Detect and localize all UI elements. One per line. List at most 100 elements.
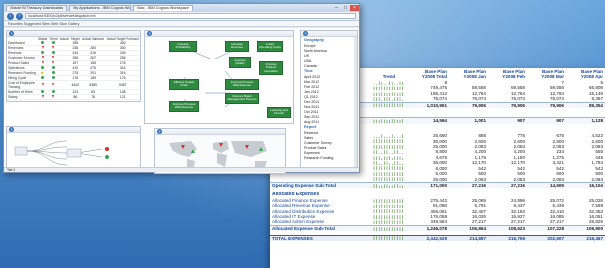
trend-indicator-icon xyxy=(51,41,55,45)
strategy-node[interactable]: Improve Brand Management Process xyxy=(225,93,259,104)
sparkline-icon xyxy=(373,183,403,188)
report-filter-item[interactable]: Research Funding xyxy=(301,155,357,160)
help-icon[interactable]: ? xyxy=(9,127,14,132)
status-indicator-icon xyxy=(41,76,45,80)
value-cell: 216,467 xyxy=(566,234,605,242)
strategy-node[interactable]: Lower Operating Costs xyxy=(257,41,283,52)
column-header[interactable]: Base Plan Y2008 Feb xyxy=(488,68,527,80)
trend-cell xyxy=(368,101,410,109)
metric-value: 5389 xyxy=(80,80,106,91)
trend-indicator-icon xyxy=(52,61,55,65)
scorecard-column-header: Actual Variance xyxy=(82,37,105,41)
row-label: TOTAL EXPENSES xyxy=(270,234,368,242)
scorecard-row[interactable]: Cost of Employee Training 4442 5389 5487 xyxy=(7,80,140,91)
sparkline-icon xyxy=(373,161,403,166)
value-cell: 214,887 xyxy=(449,234,488,242)
trend-cell xyxy=(368,96,410,102)
status-indicator-icon xyxy=(41,51,45,55)
trend-cell xyxy=(368,219,410,225)
metric-name: Research Funding xyxy=(7,70,37,77)
sparkline-icon xyxy=(373,198,403,203)
sparkline-icon xyxy=(373,204,403,208)
sparkline-icon xyxy=(373,97,403,101)
column-header[interactable]: Base Plan Y2008 Jan xyxy=(449,68,488,80)
dashboard-workspace: ? Status Trend Actual Target Actual Vari… xyxy=(4,28,359,174)
scorecard-row[interactable]: Product Sales 157 155 178 xyxy=(7,60,140,67)
trend-indicator-icon xyxy=(52,46,55,50)
forward-arrow-icon[interactable]: › xyxy=(16,12,23,20)
strategy-node[interactable]: Increase Profitability xyxy=(169,41,197,52)
sheet-row: Allocated Admin Expense 345,584 27,217 27,2… xyxy=(270,219,605,225)
sparkline-icon xyxy=(373,214,403,219)
trend-cell xyxy=(368,203,410,208)
column-header[interactable]: Base Plan Y2008 Mar xyxy=(527,68,566,80)
filter-scrollbar[interactable] xyxy=(354,37,357,171)
url-input[interactable]: localhost:9300/p2pd/servlet/dispatch/ext xyxy=(25,13,356,19)
browser-tab[interactable]: Oracle BI Treasury Dashboards xyxy=(6,5,68,11)
scorecard-row[interactable]: Number of Hires 123 83 138 xyxy=(7,89,140,96)
browser-tab[interactable]: My Applications - IBM Cognos Workspace xyxy=(69,5,132,11)
flow-diagram-pane: ? xyxy=(6,126,141,170)
help-icon[interactable]: ? xyxy=(9,31,14,36)
strategy-node[interactable]: Improve Process Effectiveness xyxy=(225,79,259,90)
help-icon[interactable]: ? xyxy=(147,31,152,36)
column-header[interactable]: Base Plan Y2008 Apr xyxy=(566,68,605,80)
trend-cell xyxy=(368,160,410,166)
favorites-bar: Favorites Suggested Sites Web Slice Gall… xyxy=(4,21,359,27)
filter-panel: ? Geography Europe North America UK USA Cana… xyxy=(300,30,358,172)
metric-name: Salary xyxy=(7,94,37,101)
strategy-node[interactable]: Increase Revenue xyxy=(225,41,249,52)
trend-indicator-icon xyxy=(51,90,55,94)
status-indicator-icon xyxy=(41,61,44,65)
close-icon[interactable]: × xyxy=(350,5,359,11)
sparkline-icon xyxy=(373,145,403,149)
sparkline-icon xyxy=(373,209,403,214)
strategy-node[interactable]: Improve Quality xyxy=(229,57,251,68)
back-arrow-icon[interactable]: ‹ xyxy=(7,12,14,20)
sparkline-icon xyxy=(373,166,403,171)
minimize-icon[interactable]: – xyxy=(332,5,341,11)
strategy-node[interactable]: Improve Product Innovation xyxy=(259,61,283,76)
trend-header: Trend xyxy=(382,74,396,79)
sparkline-icon xyxy=(373,103,403,108)
browser-tab-active[interactable]: Bloc - IBM Cognos Workspace xyxy=(133,5,193,11)
sparkline-icon xyxy=(373,119,403,124)
strategy-node[interactable]: Learning and Growth xyxy=(267,107,291,118)
browser-titlebar: Oracle BI Treasury Dashboards My Applica… xyxy=(4,4,359,12)
sparkline-icon xyxy=(373,220,403,225)
scorecard-row[interactable]: Customer Service 256 267 256 xyxy=(7,55,140,62)
status-indicator-icon xyxy=(41,83,44,87)
sparkline-icon xyxy=(373,172,403,176)
metric-name: Cost of Employee Training xyxy=(7,80,37,91)
status-cell xyxy=(37,80,49,91)
sparkline-icon xyxy=(373,177,403,182)
value-cell: 202,607 xyxy=(527,234,566,242)
maximize-icon[interactable]: □ xyxy=(341,5,350,11)
help-icon[interactable]: ? xyxy=(303,31,308,36)
scorecard-row[interactable]: Research Funding 275 291 316 xyxy=(7,70,140,77)
column-header[interactable]: Base Plan Y2008 Total xyxy=(410,68,449,80)
trend-indicator-icon xyxy=(51,66,55,70)
status-indicator-icon xyxy=(41,95,44,99)
sparkline-icon xyxy=(373,134,403,139)
help-icon[interactable]: ? xyxy=(157,129,162,134)
trend-indicator-icon xyxy=(52,83,55,87)
trend-cell xyxy=(368,234,410,242)
sparkline-icon xyxy=(373,150,403,155)
metric-name: Number of Hires xyxy=(7,89,37,96)
metric-value: 5487 xyxy=(105,80,140,91)
metric-name: Customer Service xyxy=(7,55,37,62)
status-indicator-icon xyxy=(41,56,44,60)
sheet-row: Operating Expense Sub-Total 171,000 27,216… xyxy=(270,181,605,189)
window-controls: – □ × xyxy=(332,5,359,11)
scorecard-row[interactable]: Salary 86 78 121 xyxy=(7,94,140,101)
status-indicator-icon xyxy=(41,90,45,94)
sheet-row: Allocated Revenue Expense 91,098 5,791 8,43… xyxy=(270,203,605,208)
sparkline-icon xyxy=(373,226,403,231)
status-indicator-icon xyxy=(40,71,45,75)
sparkline-icon xyxy=(373,86,403,91)
sparkline-icon xyxy=(373,155,403,160)
strategy-node[interactable]: Improve Process Effectiveness xyxy=(169,101,199,112)
strategy-node[interactable]: Efficient Supply Chain xyxy=(169,79,199,90)
trend-cell xyxy=(368,224,410,232)
